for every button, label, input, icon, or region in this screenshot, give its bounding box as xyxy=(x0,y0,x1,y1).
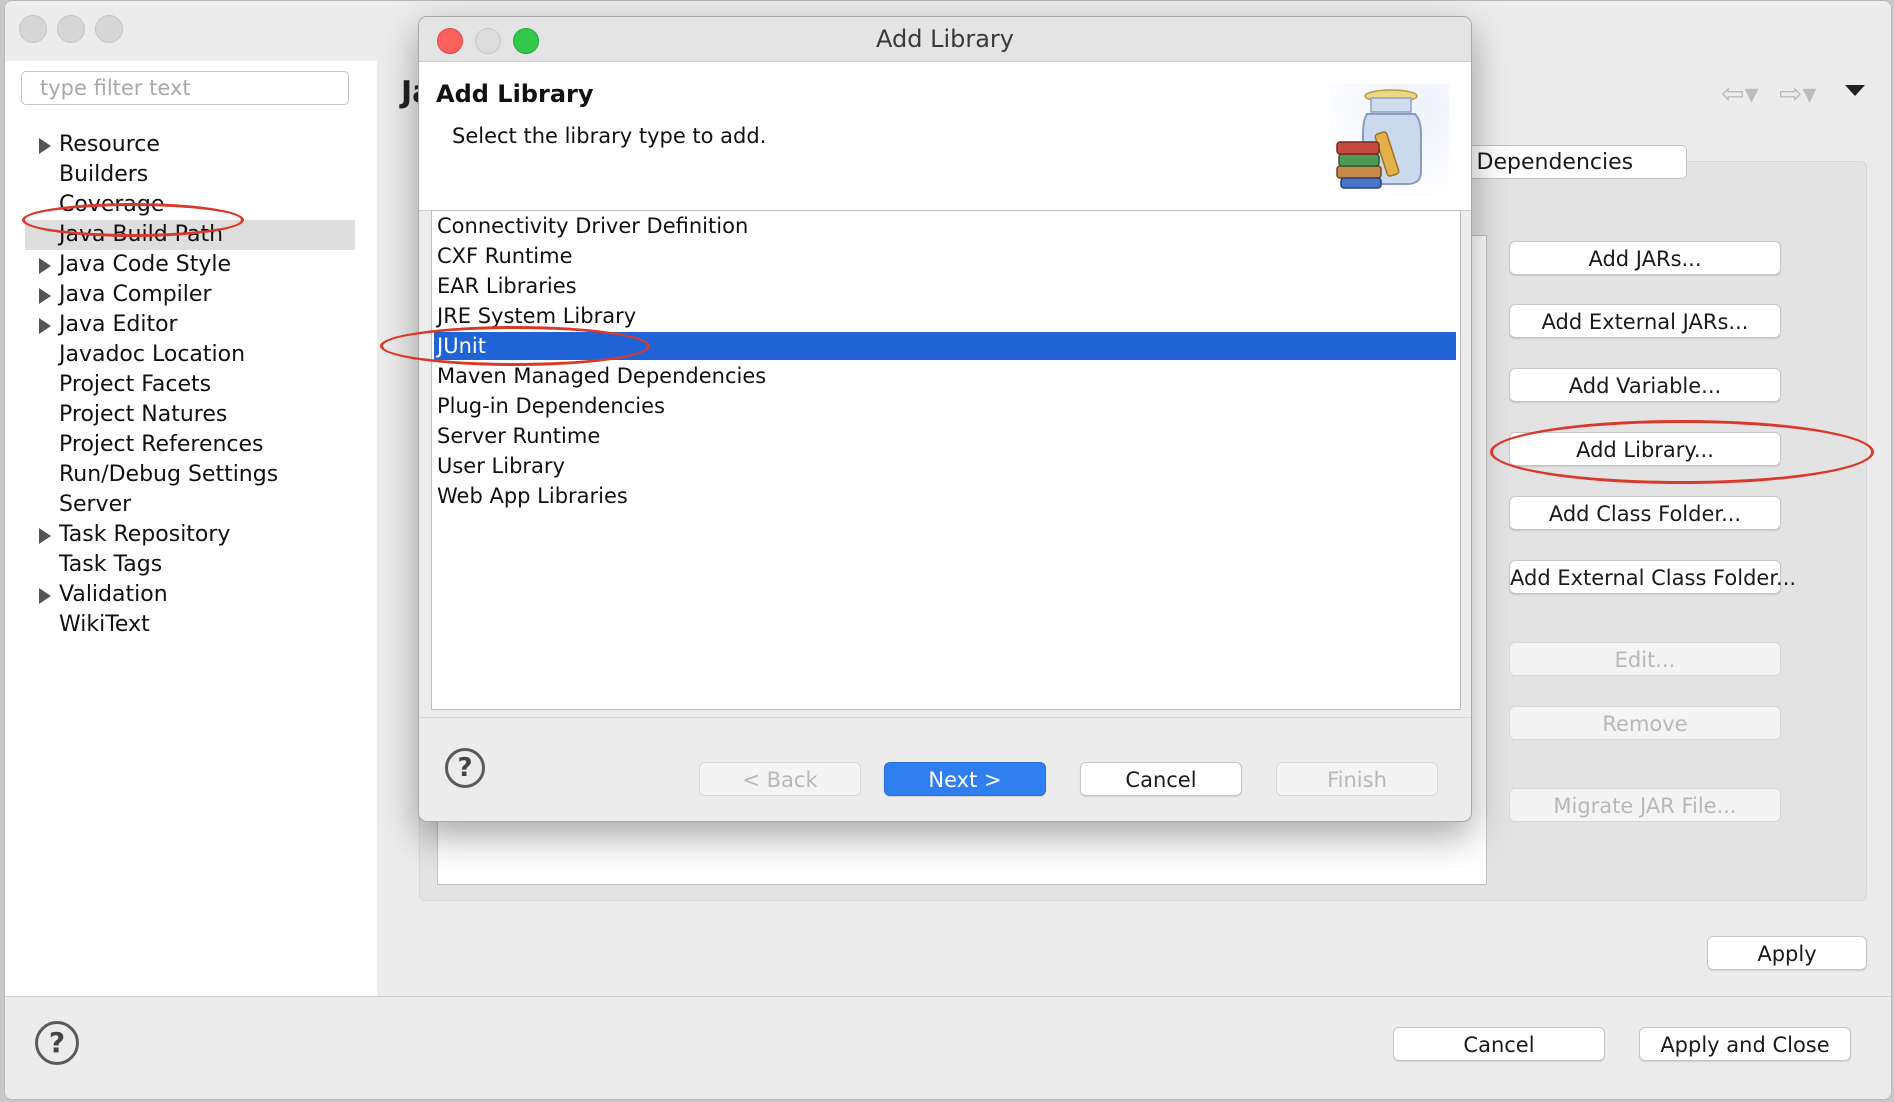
expand-arrow-icon[interactable] xyxy=(39,138,51,154)
migrate-jar-button[interactable]: Migrate JAR File... xyxy=(1509,788,1781,822)
tree-item-label: Project References xyxy=(59,432,264,457)
tree-item-label: Java Compiler xyxy=(59,282,212,307)
tree-item[interactable]: Resource xyxy=(25,130,355,160)
tree-item[interactable]: Project References xyxy=(25,430,355,460)
add-external-class-folder-button[interactable]: Add External Class Folder... xyxy=(1509,560,1796,594)
add-library-dialog: Add Library Add Library Select the libra… xyxy=(418,16,1472,822)
zoom-window-button[interactable] xyxy=(95,15,123,43)
library-type-item[interactable]: EAR Libraries xyxy=(434,272,1456,300)
apply-and-close-button[interactable]: Apply and Close xyxy=(1639,1027,1851,1061)
expand-arrow-icon[interactable] xyxy=(39,588,51,604)
library-type-item[interactable]: Plug-in Dependencies xyxy=(434,392,1456,420)
library-type-item[interactable]: Server Runtime xyxy=(434,422,1456,450)
tree-item[interactable]: Task Repository xyxy=(25,520,355,550)
library-type-item[interactable]: User Library xyxy=(434,452,1456,480)
tree-item-label: Project Natures xyxy=(59,402,228,427)
tree-item-label: Validation xyxy=(59,582,168,607)
tree-item-label: Java Editor xyxy=(59,312,178,337)
dialog-window-title: Add Library xyxy=(875,25,1014,53)
back-arrow-icon[interactable]: ⇦▾ xyxy=(1721,77,1759,110)
library-type-item[interactable]: CXF Runtime xyxy=(434,242,1456,270)
dialog-title-bar: Add Library xyxy=(419,17,1471,62)
library-type-item[interactable]: Web App Libraries xyxy=(434,482,1456,510)
tree-item-label: Resource xyxy=(59,132,160,157)
tree-item[interactable]: Builders xyxy=(25,160,355,190)
dialog-header: Add Library Select the library type to a… xyxy=(419,62,1471,211)
library-type-item[interactable]: JRE System Library xyxy=(434,302,1456,330)
tree-item-label: Builders xyxy=(59,162,149,187)
next-button[interactable]: Next > xyxy=(884,762,1046,796)
add-class-folder-button[interactable]: Add Class Folder... xyxy=(1509,496,1781,530)
tree-item[interactable]: Coverage xyxy=(25,190,355,220)
help-icon[interactable]: ? xyxy=(35,1021,79,1065)
tree-item-label: Server xyxy=(59,492,132,517)
dialog-cancel-button[interactable]: Cancel xyxy=(1080,762,1242,796)
dialog-header-title: Add Library xyxy=(436,80,594,108)
tree-item[interactable]: Javadoc Location xyxy=(25,340,355,370)
cancel-button[interactable]: Cancel xyxy=(1393,1027,1605,1061)
tree-item[interactable]: Java Code Style xyxy=(25,250,355,280)
tree-item[interactable]: WikiText xyxy=(25,610,355,640)
tree-item-label: Run/Debug Settings xyxy=(59,462,279,487)
tree-item-label: Coverage xyxy=(59,192,165,217)
back-button[interactable]: < Back xyxy=(699,762,861,796)
add-library-button[interactable]: Add Library... xyxy=(1509,432,1781,466)
expand-arrow-icon[interactable] xyxy=(39,288,51,304)
finish-button[interactable]: Finish xyxy=(1276,762,1438,796)
dialog-header-description: Select the library type to add. xyxy=(452,124,767,148)
library-type-list[interactable]: Connectivity Driver Definition CXF Runtim… xyxy=(431,210,1461,710)
edit-button[interactable]: Edit... xyxy=(1509,642,1781,676)
library-type-item[interactable]: JUnit xyxy=(434,332,1456,360)
tree-item[interactable]: Java Build Path xyxy=(25,220,355,250)
tree-item[interactable]: Server xyxy=(25,490,355,520)
apply-button[interactable]: Apply xyxy=(1707,936,1867,970)
tree-item-label: Project Facets xyxy=(59,372,212,397)
tree-item-label: Task Repository xyxy=(59,522,231,547)
preferences-bottom-bar: ? Cancel Apply and Close xyxy=(5,996,1891,1099)
dialog-footer: ? < Back Next > Cancel Finish xyxy=(419,717,1471,821)
tree-item-label: Javadoc Location xyxy=(59,342,246,367)
tree-item-label: Task Tags xyxy=(59,552,163,577)
tree-item-label: WikiText xyxy=(59,612,150,637)
close-window-button[interactable] xyxy=(19,15,47,43)
tree-item[interactable]: Project Natures xyxy=(25,400,355,430)
tree-item[interactable]: Project Facets xyxy=(25,370,355,400)
library-jar-icon xyxy=(1329,84,1449,196)
tree-item-label: Java Build Path xyxy=(59,222,224,247)
filter-input[interactable] xyxy=(21,71,349,105)
remove-button[interactable]: Remove xyxy=(1509,706,1781,740)
add-variable-button[interactable]: Add Variable... xyxy=(1509,368,1781,402)
tree-item[interactable]: Java Editor xyxy=(25,310,355,340)
library-type-item[interactable]: Maven Managed Dependencies xyxy=(434,362,1456,390)
add-external-jars-button[interactable]: Add External JARs... xyxy=(1509,304,1781,338)
tree-item-label: Java Code Style xyxy=(59,252,232,277)
tree-item[interactable]: Validation xyxy=(25,580,355,610)
tab-dependencies[interactable]: e Dependencies xyxy=(1441,145,1687,179)
expand-arrow-icon[interactable] xyxy=(39,528,51,544)
forward-arrow-icon[interactable]: ⇨▾ xyxy=(1779,77,1817,110)
tree-item[interactable]: Task Tags xyxy=(25,550,355,580)
view-menu-icon[interactable] xyxy=(1845,85,1865,96)
expand-arrow-icon[interactable] xyxy=(39,318,51,334)
tree-item[interactable]: Run/Debug Settings xyxy=(25,460,355,490)
minimize-window-button[interactable] xyxy=(57,15,85,43)
library-type-item[interactable]: Connectivity Driver Definition xyxy=(434,212,1456,240)
tree-item[interactable]: Java Compiler xyxy=(25,280,355,310)
preferences-sidebar: Resource Builders Coverage Java Build Path J… xyxy=(5,61,377,996)
expand-arrow-icon[interactable] xyxy=(39,258,51,274)
add-jars-button[interactable]: Add JARs... xyxy=(1509,241,1781,275)
help-icon[interactable]: ? xyxy=(445,748,485,788)
